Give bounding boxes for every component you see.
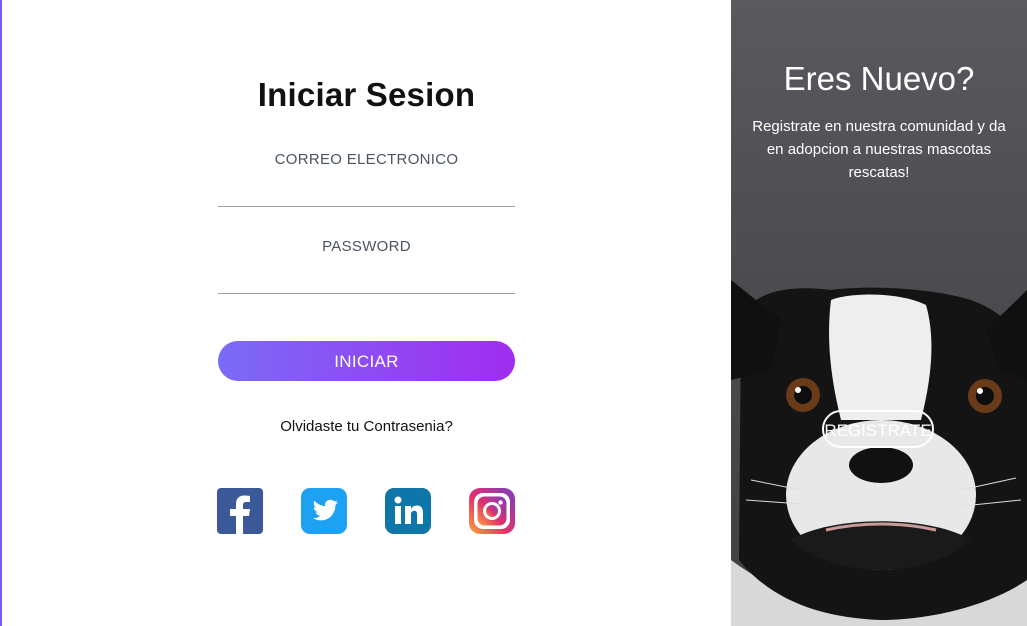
register-button[interactable]: REGISTRATE <box>822 410 934 448</box>
instagram-icon <box>469 488 515 534</box>
facebook-icon <box>217 488 263 534</box>
facebook-button[interactable] <box>217 488 263 534</box>
login-button[interactable]: INICIAR <box>218 341 515 381</box>
linkedin-button[interactable] <box>385 488 431 534</box>
instagram-button[interactable] <box>469 488 515 534</box>
email-field[interactable] <box>218 178 515 207</box>
forgot-password-link[interactable]: Olvidaste tu Contrasenia? <box>2 418 731 435</box>
twitter-icon <box>301 488 347 534</box>
linkedin-icon <box>385 488 431 534</box>
login-panel: Iniciar Sesion CORREO ELECTRONICO PASSWO… <box>2 0 731 626</box>
promo-title: Eres Nuevo? <box>783 60 975 97</box>
password-label: PASSWORD <box>322 238 411 255</box>
page-title: Iniciar Sesion <box>257 76 476 113</box>
email-label: CORREO ELECTRONICO <box>274 151 459 168</box>
password-field[interactable] <box>218 265 515 294</box>
twitter-button[interactable] <box>301 488 347 534</box>
register-promo-panel: Eres Nuevo? Registrate en nuestra comuni… <box>731 0 1027 626</box>
promo-text: Registrate en nuestra comunidad y da en … <box>752 118 1006 181</box>
